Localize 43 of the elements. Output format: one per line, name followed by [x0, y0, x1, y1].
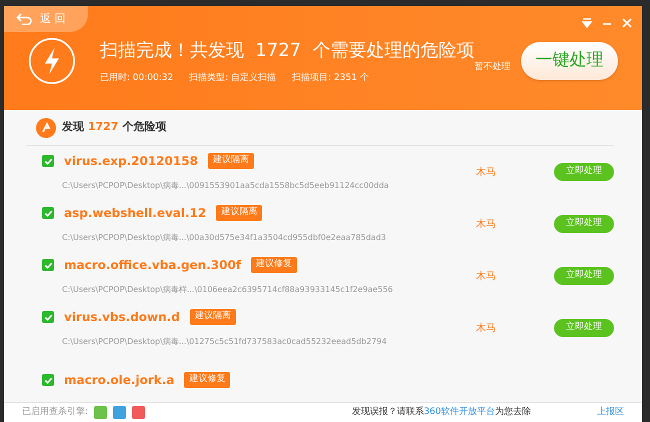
threat-name: virus.exp.20120158	[64, 153, 198, 170]
fix-now-button[interactable]: 立即处理	[554, 319, 614, 337]
checkbox[interactable]	[42, 155, 54, 167]
scan-stat: 扫描项目: 2351 个	[292, 72, 369, 85]
threat-name: macro.ole.jork.a	[64, 372, 174, 389]
threat-type: 木马	[476, 322, 497, 336]
scan-stat: 已用时: 00:00:32	[100, 72, 174, 85]
checkbox[interactable]	[42, 311, 54, 323]
threat-type: 木马	[476, 218, 497, 232]
report-area-link[interactable]: 上报区	[597, 406, 624, 420]
scan-stat: 扫描类型: 自定义扫描	[189, 72, 276, 85]
suggestion-tag: 建议隔离	[216, 205, 262, 221]
fix-now-button[interactable]: 立即处理	[554, 215, 614, 233]
open-platform-link[interactable]: 360软件开放平台	[424, 406, 495, 417]
fix-now-button[interactable]: 立即处理	[554, 163, 614, 181]
fix-now-button[interactable]: 立即处理	[554, 267, 614, 285]
checkbox[interactable]	[42, 374, 54, 386]
fix-all-button[interactable]: 一键处理	[520, 42, 618, 80]
suggestion-tag: 建议隔离	[190, 309, 236, 325]
file-path: C:\Users\PCPOP\Desktop\病毒样...\0106eea2c6395714cf88a93933145c1f2e9ae556	[61, 284, 394, 296]
suggestion-tag: 建议修复	[184, 372, 230, 388]
back-button[interactable]: 返 回	[4, 6, 88, 32]
checkbox[interactable]	[42, 207, 54, 219]
back-arrow-icon	[16, 13, 32, 25]
threat-name: virus.vbs.down.d	[64, 309, 180, 326]
scan-result-title: 扫描完成！共发现 1727 个需要处理的危险项	[100, 38, 475, 62]
checkbox[interactable]	[42, 259, 54, 271]
dropdown-menu-icon[interactable]	[582, 18, 592, 28]
threat-type: 木马	[476, 270, 497, 284]
threat-name: asp.webshell.eval.12	[64, 205, 206, 222]
engines-label: 已启用查杀引擎:	[22, 406, 88, 419]
file-path: C:\Users\PCPOP\Desktop\病毒...\0091553901aa5cda1558bc5d5eeb91124cc00dda	[61, 180, 390, 192]
suggestion-tag: 建议隔离	[208, 153, 254, 169]
close-icon[interactable]	[622, 18, 632, 28]
false-positive-note: 发现误报？请联系360软件开放平台为您去除	[352, 406, 531, 419]
alert-badge-icon	[36, 118, 56, 138]
threat-summary: 发现 1727 个危险项	[62, 119, 166, 136]
file-path: C:\Users\PCPOP\Desktop\病毒...\01275c5c51fd737583ac0cad55232eead5db2794	[61, 336, 388, 348]
threat-type: 木马	[476, 166, 497, 180]
skip-link[interactable]: 暂不处理	[474, 61, 511, 75]
suggestion-tag: 建议修复	[251, 257, 298, 273]
file-path: C:\Users\PCPOP\Desktop\病毒...\00a30d575e34f1a3504cd955dbf0e2eaa785dad3	[61, 232, 387, 244]
threat-name: macro.office.vba.gen.300f	[64, 257, 242, 274]
